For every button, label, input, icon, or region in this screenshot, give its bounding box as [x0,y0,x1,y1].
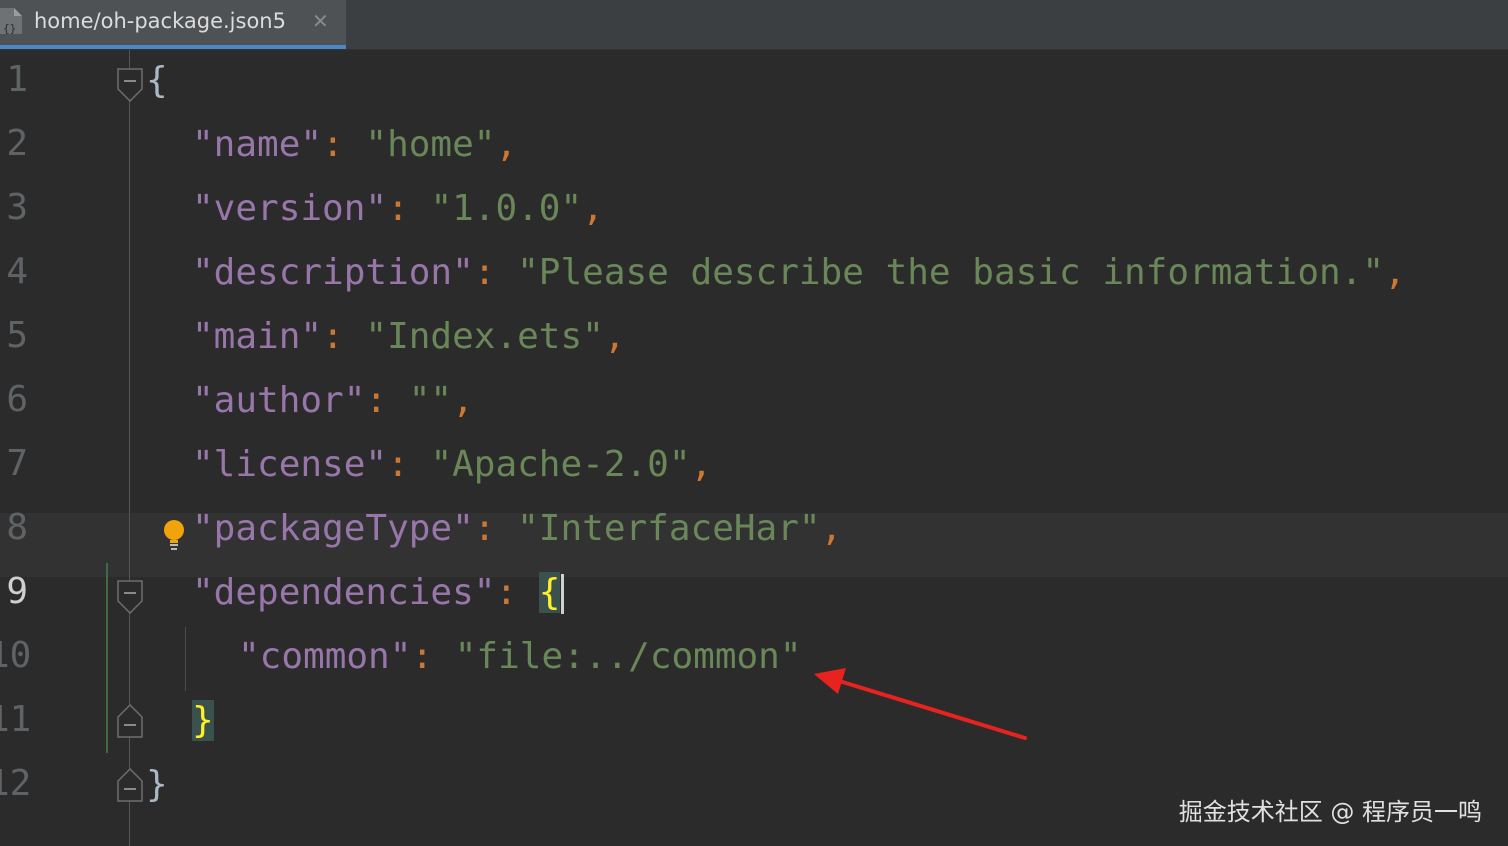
code-line[interactable]: 6 "author": "", [0,370,1508,434]
json-string: "home" [365,124,496,165]
tab-oh-package-json5[interactable]: {} home/oh-package.json5 ✕ [0,0,346,49]
matched-open-brace: { [538,572,561,613]
comma: , [582,188,604,229]
line-number: 7 [6,443,28,484]
line-number: 4 [6,251,28,292]
comma: , [495,124,518,165]
json-key: "license" [192,444,388,485]
matched-close-brace: } [192,700,214,741]
json-key: "common" [238,636,412,677]
colon: : [495,572,539,613]
json-key: "name" [192,124,323,165]
code-line[interactable]: 11 } [0,690,1508,754]
svg-text:{}: {} [3,22,16,35]
comma: , [452,380,474,421]
comma: , [820,508,843,549]
code-line[interactable]: 4 "description": "Please describe the ba… [0,242,1508,306]
colon: : [387,188,431,229]
line-number: 8 [6,507,28,548]
code-line[interactable]: 7 "license": "Apache-2.0", [0,434,1508,498]
line-number: 11 [0,699,32,740]
colon: : [322,124,366,165]
json-string: "Apache-2.0" [430,444,691,485]
open-brace: { [146,60,168,101]
line-number: 6 [6,379,28,420]
comma: , [603,316,626,357]
json-string: "Index.ets" [365,316,604,357]
json-string: "1.0.0" [430,188,583,229]
json-string: "Please describe the basic information." [517,252,1385,293]
line-number: 12 [0,763,32,804]
line-number: 2 [6,123,28,164]
code-line[interactable]: 8 "packageType": "InterfaceHar", [0,498,1508,562]
comma: , [1384,252,1406,293]
code-line[interactable]: 3 "version": "1.0.0", [0,178,1508,242]
close-brace: } [146,764,168,805]
code-line[interactable]: 10 "common": "file:../common" [0,626,1508,690]
editor-tab-bar: {} home/oh-package.json5 ✕ [0,0,1508,50]
json-string: "" [408,380,453,421]
line-number: 10 [0,635,32,676]
code-line[interactable]: 2 "name": "home", [0,114,1508,178]
colon: : [387,444,431,485]
line-number: 1 [6,59,28,100]
comma: , [690,444,713,485]
colon: : [411,636,455,677]
colon: : [473,252,518,293]
json-string: "InterfaceHar" [517,508,821,549]
json-key: "version" [192,188,388,229]
json-key: "dependencies" [192,572,496,613]
tab-title: home/oh-package.json5 [34,9,286,33]
close-icon[interactable]: ✕ [312,9,329,33]
json-string: "file:../common" [454,636,802,677]
json-key: "main" [192,316,323,357]
code-line-current[interactable]: 9 "dependencies": { [0,562,1508,626]
colon: : [322,316,366,357]
code-line[interactable]: 5 "main": "Index.ets", [0,306,1508,370]
code-line[interactable]: 1 { [0,50,1508,114]
line-number: 5 [6,315,28,356]
colon: : [365,380,409,421]
json-key: "packageType" [192,508,474,549]
active-tab-indicator [0,45,346,49]
watermark-text: 掘金技术社区 @ 程序员一鸣 [1178,798,1482,826]
json-key: "author" [192,380,366,421]
json-file-icon: {} [0,8,22,35]
line-number: 3 [6,187,28,228]
line-number: 9 [6,571,28,612]
json-key: "description" [192,252,474,293]
colon: : [473,508,518,549]
text-caret [561,574,565,614]
